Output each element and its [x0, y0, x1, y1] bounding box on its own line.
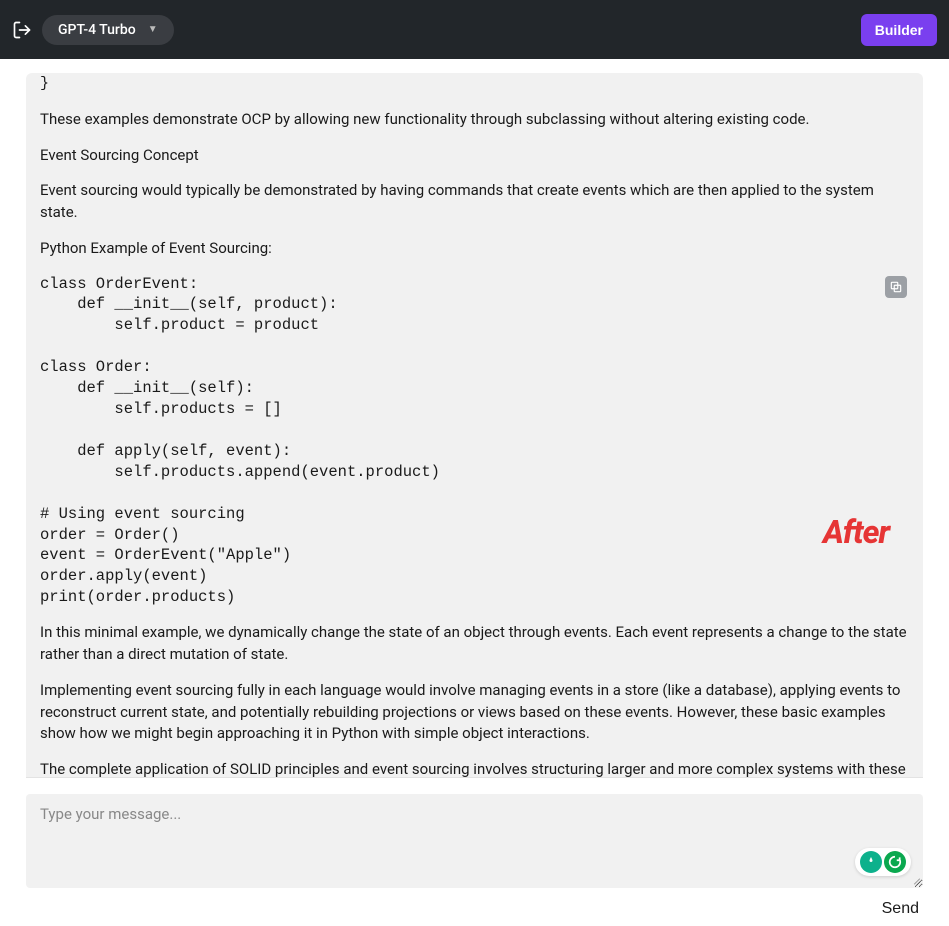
code-fragment: } — [40, 73, 909, 95]
content-wrap: } These examples demonstrate OCP by allo… — [0, 59, 949, 926]
message-input[interactable]: Type your message... — [26, 794, 923, 888]
send-button[interactable]: Send — [882, 900, 923, 918]
model-name: GPT-4 Turbo — [58, 22, 136, 38]
grammarly-icon[interactable] — [884, 851, 906, 873]
message-paragraph: Implementing event sourcing fully in eac… — [40, 680, 909, 745]
exit-icon[interactable] — [12, 20, 32, 40]
builder-button[interactable]: Builder — [861, 14, 937, 46]
composer-section: Type your message... Send — [26, 777, 923, 926]
message-paragraph: In this minimal example, we dynamically … — [40, 622, 909, 666]
code-block: class OrderEvent: def __init__(self, pro… — [40, 274, 909, 609]
extension-chip-1[interactable] — [860, 851, 882, 873]
resize-handle[interactable] — [911, 876, 921, 886]
message-area: } These examples demonstrate OCP by allo… — [26, 59, 923, 777]
message-paragraph: These examples demonstrate OCP by allowi… — [40, 109, 909, 131]
code-content: class OrderEvent: def __init__(self, pro… — [40, 274, 909, 609]
top-bar: GPT-4 Turbo ▼ Builder — [0, 0, 949, 59]
message-paragraph: Event Sourcing Concept — [40, 145, 909, 167]
send-row: Send — [26, 898, 923, 918]
chevron-down-icon: ▼ — [148, 24, 158, 35]
message-paragraph: Event sourcing would typically be demons… — [40, 180, 909, 224]
message-paragraph: The complete application of SOLID princi… — [40, 759, 909, 777]
message-paragraph: Python Example of Event Sourcing: — [40, 238, 909, 260]
copy-code-button[interactable] — [885, 276, 907, 298]
model-selector[interactable]: GPT-4 Turbo ▼ — [42, 15, 174, 45]
assistant-message: } These examples demonstrate OCP by allo… — [26, 73, 923, 777]
placeholder-text: Type your message... — [40, 805, 181, 823]
extension-chips — [855, 848, 911, 876]
